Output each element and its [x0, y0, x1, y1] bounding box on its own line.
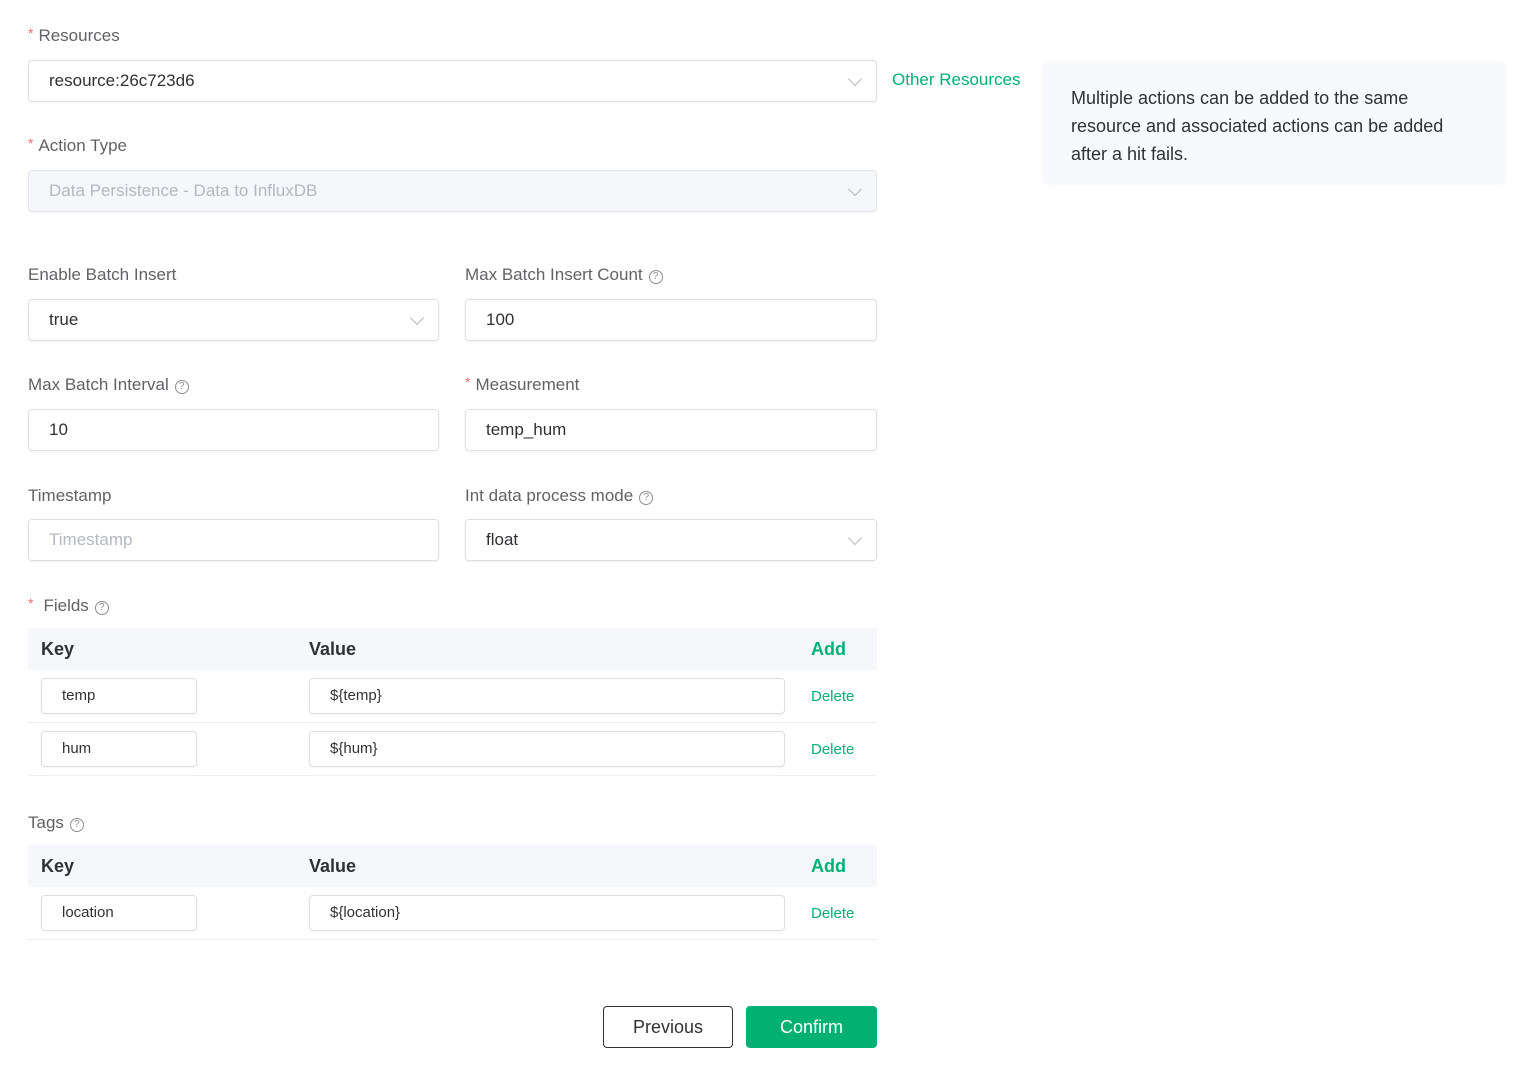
help-icon[interactable]: ? [69, 818, 84, 832]
tags-table-header: Key Value Add [28, 845, 877, 887]
required-marker: * [28, 25, 34, 41]
timestamp-placeholder: Timestamp [49, 530, 133, 549]
table-row: temp ${temp} Delete [28, 670, 877, 723]
table-row: hum ${hum} Delete [28, 723, 877, 776]
delete-field-button[interactable]: Delete [811, 670, 854, 723]
field-value-input[interactable]: ${hum} [309, 731, 785, 767]
max-batch-interval-input[interactable]: 10 [28, 409, 439, 451]
resources-label-text: Resources [38, 26, 120, 45]
required-marker: * [465, 374, 471, 390]
int-data-process-mode-label: Int data process mode? [465, 486, 654, 506]
timestamp-label: Timestamp [28, 486, 112, 505]
tags-table: Key Value Add location ${location} Delet… [28, 845, 877, 940]
int-data-process-mode-label-text: Int data process mode [465, 486, 634, 505]
chevron-down-icon [847, 71, 863, 87]
key-column-header: Key [41, 639, 75, 659]
measurement-label-text: Measurement [475, 375, 580, 394]
measurement-value: temp_hum [486, 420, 567, 439]
resources-value: resource:26c723d6 [49, 71, 195, 90]
info-tip-text: Multiple actions can be added to the sam… [1071, 88, 1444, 164]
action-type-select: Data Persistence - Data to InfluxDB [28, 170, 877, 212]
fields-label: * Fields? [28, 595, 109, 616]
max-batch-insert-count-label-text: Max Batch Insert Count [465, 265, 643, 284]
help-icon[interactable]: ? [648, 270, 663, 284]
value-column-header: Value [309, 856, 357, 876]
action-type-value: Data Persistence - Data to InfluxDB [49, 181, 318, 200]
previous-button[interactable]: Previous [603, 1006, 733, 1048]
help-icon[interactable]: ? [639, 491, 654, 505]
max-batch-interval-label: Max Batch Interval? [28, 375, 189, 395]
max-batch-insert-count-value: 100 [486, 310, 515, 329]
max-batch-interval-value: 10 [49, 420, 68, 439]
required-marker: * [28, 595, 34, 611]
delete-tag-button[interactable]: Delete [811, 887, 854, 940]
tags-label: Tags? [28, 813, 84, 833]
key-column-header: Key [41, 856, 75, 876]
measurement-input[interactable]: temp_hum [465, 409, 877, 451]
other-resources-link[interactable]: Other Resources [892, 70, 1021, 90]
required-marker: * [28, 135, 34, 151]
chevron-down-icon [847, 181, 863, 197]
tags-label-text: Tags [28, 813, 64, 832]
enable-batch-insert-label: Enable Batch Insert [28, 265, 177, 284]
resources-select[interactable]: resource:26c723d6 [28, 60, 877, 102]
help-icon[interactable]: ? [174, 380, 189, 394]
info-tip: Multiple actions can be added to the sam… [1043, 62, 1505, 184]
help-icon[interactable]: ? [94, 601, 109, 615]
confirm-button[interactable]: Confirm [746, 1006, 877, 1048]
table-row: location ${location} Delete [28, 887, 877, 940]
field-value-input[interactable]: ${temp} [309, 678, 785, 714]
action-type-label-text: Action Type [38, 136, 127, 155]
field-key-input[interactable]: hum [41, 731, 197, 767]
fields-table-header: Key Value Add [28, 628, 877, 670]
chevron-down-icon [409, 310, 425, 326]
measurement-label: * Measurement [465, 374, 580, 395]
max-batch-insert-count-label: Max Batch Insert Count? [465, 265, 663, 285]
timestamp-input[interactable]: Timestamp [28, 519, 439, 561]
chevron-down-icon [847, 530, 863, 546]
resources-label: * Resources [28, 25, 120, 46]
add-tag-button[interactable]: Add [811, 845, 846, 887]
max-batch-interval-label-text: Max Batch Interval [28, 375, 169, 394]
int-data-process-mode-select[interactable]: float [465, 519, 877, 561]
tag-value-input[interactable]: ${location} [309, 895, 785, 931]
add-field-button[interactable]: Add [811, 628, 846, 670]
delete-field-button[interactable]: Delete [811, 723, 854, 776]
field-key-input[interactable]: temp [41, 678, 197, 714]
action-type-label: * Action Type [28, 135, 127, 156]
int-data-process-mode-value: float [486, 530, 519, 549]
tag-key-input[interactable]: location [41, 895, 197, 931]
value-column-header: Value [309, 639, 357, 659]
enable-batch-insert-value: true [49, 310, 79, 329]
fields-table: Key Value Add temp ${temp} Delete hum ${… [28, 628, 877, 776]
enable-batch-insert-select[interactable]: true [28, 299, 439, 341]
fields-label-text: Fields [43, 596, 89, 615]
max-batch-insert-count-input[interactable]: 100 [465, 299, 877, 341]
